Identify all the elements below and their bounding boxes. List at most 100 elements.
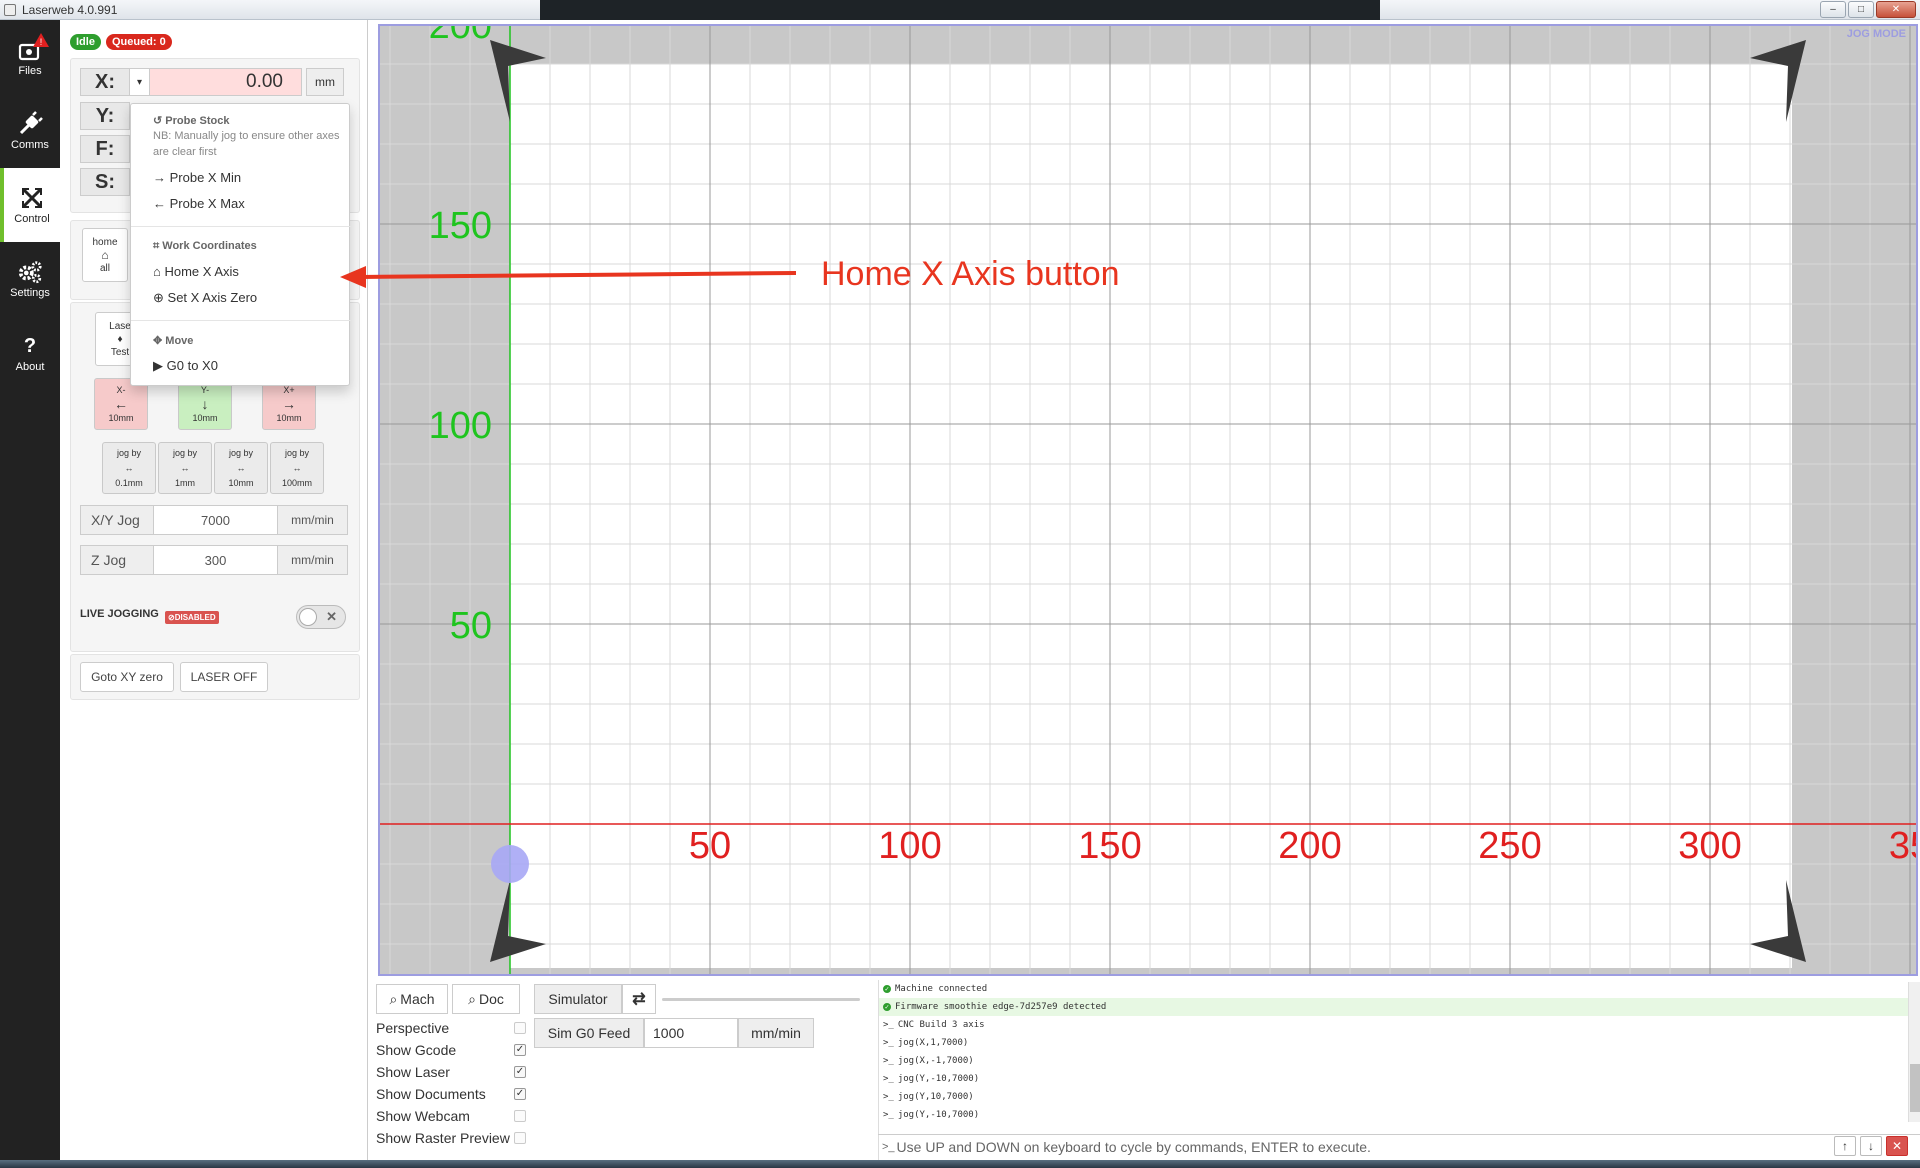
- goto-xy-zero-button[interactable]: Goto XY zero: [80, 662, 174, 692]
- question-icon: ?: [23, 334, 37, 357]
- jog-step-1mm-button[interactable]: jog by ↔ 1mm: [158, 442, 212, 494]
- terminal-icon: >_: [883, 1092, 894, 1102]
- sim-feed-unit: mm/min: [738, 1018, 814, 1048]
- axis-y-key: Y:: [80, 102, 130, 130]
- y-tick-label: 100: [429, 405, 492, 447]
- option-show-documents[interactable]: Show Documents ✓: [376, 1086, 526, 1102]
- app-icon: [4, 3, 16, 16]
- set-x-axis-zero-label: Set X Axis Zero: [167, 290, 258, 305]
- jog-step-value: 0.1mm: [115, 477, 143, 488]
- jog-step-label: jog by: [228, 447, 254, 458]
- command-input[interactable]: >_ Use UP and DOWN on keyboard to cycle …: [878, 1134, 1920, 1158]
- idle-badge: Idle: [70, 34, 101, 50]
- option-show-laser[interactable]: Show Laser ✓: [376, 1064, 526, 1080]
- x-tick-label: 150: [1078, 825, 1141, 867]
- home-x-axis-item[interactable]: ⌂ Home X Axis: [153, 264, 239, 279]
- home-all-button[interactable]: home ⌂ all: [82, 228, 128, 282]
- jog-step-100mm-button[interactable]: jog by ↔ 100mm: [270, 442, 324, 494]
- terminal-icon: >_: [883, 1056, 894, 1066]
- nav-about[interactable]: ? About: [0, 316, 60, 390]
- show-raster-preview-checkbox[interactable]: [514, 1132, 526, 1144]
- laser-off-button[interactable]: LASER OFF: [180, 662, 268, 692]
- show-laser-checkbox[interactable]: ✓: [514, 1066, 526, 1078]
- search-icon: ⌕: [389, 990, 398, 1007]
- nav-files[interactable]: ! Files: [0, 20, 60, 94]
- axis-x-menu-toggle[interactable]: ▾: [130, 68, 150, 96]
- work-coordinates-header: ⌗ Work Coordinates: [153, 240, 257, 253]
- arrows-h-icon: ↔: [292, 462, 302, 473]
- xy-jog-input[interactable]: 7000: [154, 505, 278, 535]
- console-line-text: jog(X,-1,7000): [897, 1056, 974, 1066]
- arrow-down-icon: ↓: [1868, 1139, 1874, 1153]
- move-header: ✥ Move: [153, 334, 193, 347]
- axis-x-dropdown-menu: ↺ Probe Stock NB: Manually jog to ensure…: [130, 103, 351, 386]
- nav-comms-label: Comms: [11, 139, 49, 151]
- probe-x-max-label: Probe X Max: [169, 196, 245, 211]
- option-show-gcode[interactable]: Show Gcode ✓: [376, 1042, 526, 1058]
- mach-view-button[interactable]: ⌕ Mach: [376, 984, 448, 1014]
- sim-feed-input[interactable]: 1000: [644, 1018, 738, 1048]
- console-line: >_ jog(X,-1,7000): [879, 1052, 1920, 1070]
- z-jog-input[interactable]: 300: [154, 545, 278, 575]
- axis-x-position[interactable]: 0.00: [150, 68, 302, 96]
- console-scrollbar[interactable]: [1908, 982, 1920, 1122]
- history-down-button[interactable]: ↓: [1860, 1136, 1882, 1156]
- option-label: Show Webcam: [376, 1108, 470, 1124]
- option-label: Show Laser: [376, 1064, 450, 1080]
- g0-to-x0-label: G0 to X0: [166, 358, 218, 373]
- close-window-button[interactable]: ✕: [1876, 1, 1916, 18]
- y-tick-label: 150: [429, 205, 492, 247]
- axis-row-f: F:: [80, 135, 130, 163]
- option-show-webcam[interactable]: Show Webcam: [376, 1108, 526, 1124]
- x-tick-label: 200: [1278, 825, 1341, 867]
- arrows-h-icon: ↔: [180, 462, 190, 473]
- z-jog-label: Z Jog: [80, 545, 154, 575]
- laser-position-marker: [491, 845, 529, 883]
- show-documents-checkbox[interactable]: ✓: [514, 1088, 526, 1100]
- status-row: Idle Queued: 0: [70, 34, 172, 50]
- arrows-h-icon: ↔: [236, 462, 246, 473]
- nav-control[interactable]: Control: [0, 168, 60, 242]
- home-all-line2: all: [99, 262, 110, 274]
- left-nav: ! Files Comms Control Settings ? About: [0, 20, 60, 1168]
- simulator-slider[interactable]: [662, 998, 860, 1001]
- simulator-toggle-button[interactable]: ⇄: [622, 984, 656, 1014]
- g0-to-x0-item[interactable]: ▶ G0 to X0: [153, 358, 218, 374]
- jog-step-label: jog by: [116, 447, 142, 458]
- x-tick-label: 35: [1889, 825, 1916, 867]
- doc-view-button[interactable]: ⌕ Doc: [452, 984, 520, 1014]
- jog-step-10mm-button[interactable]: jog by ↔ 10mm: [214, 442, 268, 494]
- console-scroll-thumb[interactable]: [1910, 1064, 1920, 1112]
- arrows-icon: [19, 185, 45, 211]
- nav-settings[interactable]: Settings: [0, 242, 60, 316]
- arrow-left-icon: ←: [114, 396, 128, 412]
- os-taskbar: [0, 1160, 1920, 1168]
- option-perspective[interactable]: Perspective: [376, 1020, 526, 1036]
- nav-about-label: About: [15, 361, 45, 373]
- home-all-line1: home: [92, 236, 118, 248]
- clear-console-button[interactable]: ✕: [1886, 1136, 1908, 1156]
- show-gcode-checkbox[interactable]: ✓: [514, 1044, 526, 1056]
- minimize-button[interactable]: –: [1820, 1, 1846, 18]
- z-jog-unit: mm/min: [278, 545, 348, 575]
- probe-x-min-item[interactable]: → Probe X Min: [153, 170, 241, 185]
- jog-step-value: 1mm: [175, 477, 195, 488]
- option-show-raster-preview[interactable]: Show Raster Preview: [376, 1130, 526, 1146]
- show-webcam-checkbox[interactable]: [514, 1110, 526, 1122]
- history-up-button[interactable]: ↑: [1834, 1136, 1856, 1156]
- nav-comms[interactable]: Comms: [0, 94, 60, 168]
- workspace-canvas[interactable]: 200 150 100 50 50 100 150 200 250 300 35 JOG MODE: [378, 24, 1918, 976]
- check-circle-icon: ✓: [883, 985, 891, 993]
- probe-x-max-item[interactable]: ← Probe X Max: [153, 196, 245, 211]
- maximize-button[interactable]: □: [1848, 1, 1874, 18]
- window-controls: – □ ✕: [1820, 1, 1916, 18]
- terminal-icon: >_: [883, 1038, 894, 1048]
- perspective-checkbox[interactable]: [514, 1022, 526, 1034]
- live-jogging-toggle[interactable]: ✕: [296, 605, 346, 629]
- jog-step-0.1mm-button[interactable]: jog by ↔ 0.1mm: [102, 442, 156, 494]
- home-icon: ⌂: [153, 264, 161, 279]
- set-x-axis-zero-item[interactable]: ⊕ Set X Axis Zero: [153, 290, 257, 306]
- jog-x-minus-label: X-: [116, 385, 126, 395]
- nav-files-label: Files: [18, 65, 42, 77]
- jog-step-label: jog by: [172, 447, 198, 458]
